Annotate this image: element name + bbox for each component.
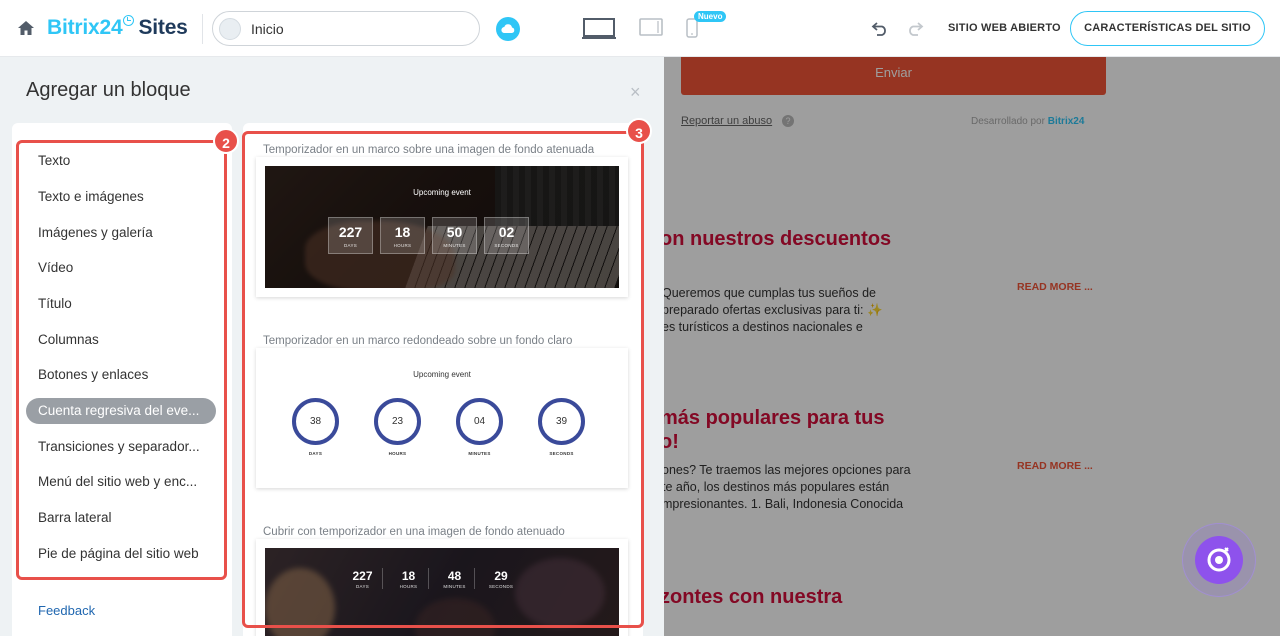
page-thumbnail — [219, 18, 241, 40]
desktop-preview-icon[interactable] — [582, 18, 616, 40]
brand-main: Bitrix24 — [47, 16, 123, 39]
copilot-button[interactable] — [1182, 523, 1256, 597]
highlight-frame-categories — [16, 140, 227, 580]
highlight-frame-blocks — [242, 131, 644, 628]
tablet-preview-icon[interactable] — [639, 18, 663, 36]
panel-title: Agregar un bloque — [26, 79, 191, 101]
bitrix24-sites-logo[interactable]: Bitrix24 Sites — [47, 15, 188, 40]
page-selector[interactable]: Inicio — [212, 11, 480, 46]
clock-icon — [123, 15, 135, 26]
cloud-icon[interactable] — [496, 17, 520, 41]
feedback-link[interactable]: Feedback — [38, 603, 95, 618]
callout-number: 3 — [626, 118, 652, 144]
new-badge: Nuevo — [694, 11, 727, 22]
redo-icon[interactable] — [906, 20, 924, 36]
home-icon[interactable] — [17, 20, 35, 36]
callout-number: 2 — [213, 128, 239, 154]
close-icon[interactable]: × — [630, 83, 641, 101]
open-site-link[interactable]: SITIO WEB ABIERTO — [948, 22, 1061, 34]
site-features-button[interactable]: CARACTERÍSTICAS DEL SITIO — [1070, 11, 1265, 46]
top-toolbar: Bitrix24 Sites Inicio Nuevo SITIO WEB ABI… — [0, 0, 1280, 57]
undo-icon[interactable] — [871, 20, 889, 36]
brand-sites: Sites — [138, 16, 188, 39]
copilot-icon — [1207, 547, 1231, 572]
page-selector-value: Inicio — [251, 21, 284, 37]
toolbar-divider — [202, 14, 203, 44]
